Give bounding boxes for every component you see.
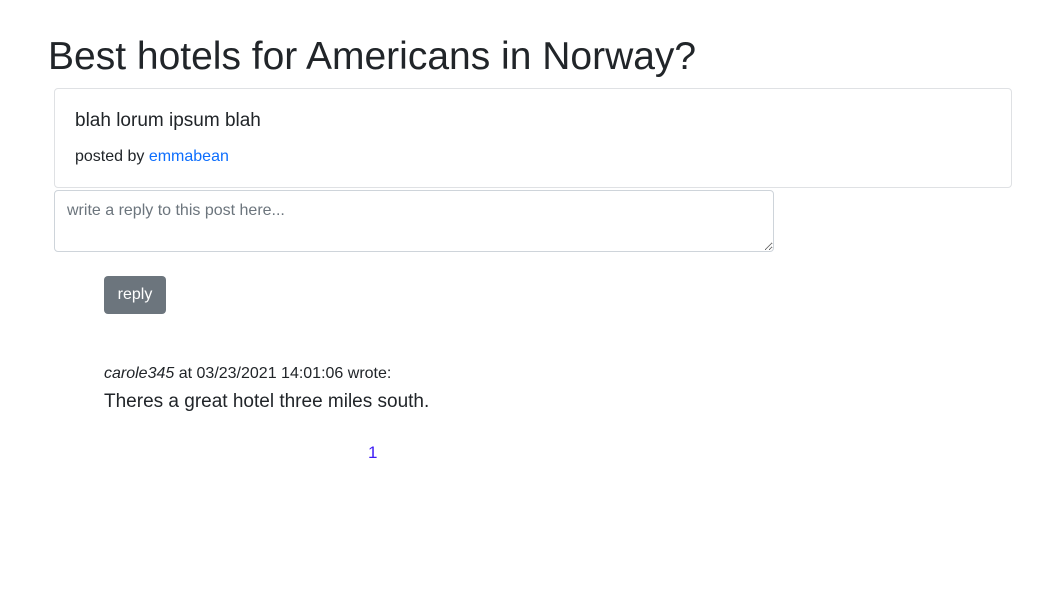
- comment-text: Theres a great hotel three miles south.: [104, 391, 430, 412]
- post-body: blah lorum ipsum blah: [75, 110, 261, 131]
- page-title: Best hotels for Americans in Norway?: [48, 35, 697, 78]
- comment-timestamp: at 03/23/2021 14:01:06 wrote:: [174, 365, 392, 382]
- comment-username: carole345: [104, 365, 175, 382]
- comment-header: carole345 at 03/23/2021 14:01:06 wrote:: [104, 364, 704, 384]
- reply-textarea[interactable]: [54, 190, 774, 252]
- pagination-page-1[interactable]: 1: [368, 442, 377, 464]
- comment: carole345 at 03/23/2021 14:01:06 wrote: …: [104, 364, 704, 414]
- reply-button[interactable]: reply: [104, 276, 166, 314]
- forum-thread-page: Best hotels for Americans in Norway? bla…: [0, 0, 1044, 592]
- posted-by-label: posted by: [75, 148, 149, 165]
- post-meta: posted by emmabean: [75, 147, 229, 167]
- post-card: blah lorum ipsum blah posted by emmabean: [54, 88, 1012, 188]
- post-author-link[interactable]: emmabean: [149, 148, 229, 165]
